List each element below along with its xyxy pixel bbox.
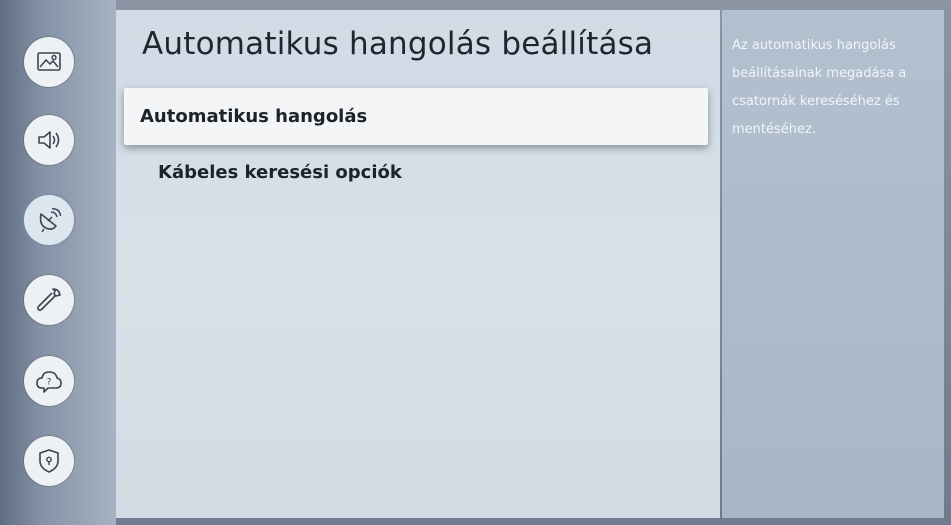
page-title: Automatikus hangolás beállítása (142, 26, 654, 62)
rail-item-support[interactable]: ? (24, 356, 74, 406)
satellite-dish-icon (39, 207, 62, 233)
rail-item-picture[interactable] (24, 37, 74, 87)
settings-panel: Automatikus hangolás beállítása Automati… (116, 10, 720, 518)
settings-category-rail: ? (0, 0, 116, 525)
rail-item-privacy[interactable] (24, 436, 74, 486)
menu-item-auto-tuning[interactable]: Automatikus hangolás (124, 88, 708, 145)
rail-item-sound[interactable] (24, 115, 74, 165)
menu-item-cable-search-options[interactable]: Kábeles keresési opciók (158, 162, 402, 183)
shield-icon (39, 449, 59, 473)
rail-item-general[interactable] (24, 275, 74, 325)
help-cloud-icon: ? (36, 371, 62, 393)
picture-icon (37, 52, 61, 71)
wrench-icon (37, 288, 61, 311)
menu-item-label: Kábeles keresési opciók (158, 162, 402, 183)
menu-item-label: Automatikus hangolás (140, 106, 368, 127)
help-panel: Az automatikus hangolás beállításainak m… (722, 10, 944, 518)
rail-item-broadcasting[interactable] (24, 195, 74, 245)
help-description: Az automatikus hangolás beállításainak m… (732, 38, 907, 137)
speaker-icon (38, 131, 60, 149)
tv-settings-screen: ? Automatikus hangolás beállítása Automa… (0, 0, 951, 525)
svg-text:?: ? (47, 378, 52, 388)
